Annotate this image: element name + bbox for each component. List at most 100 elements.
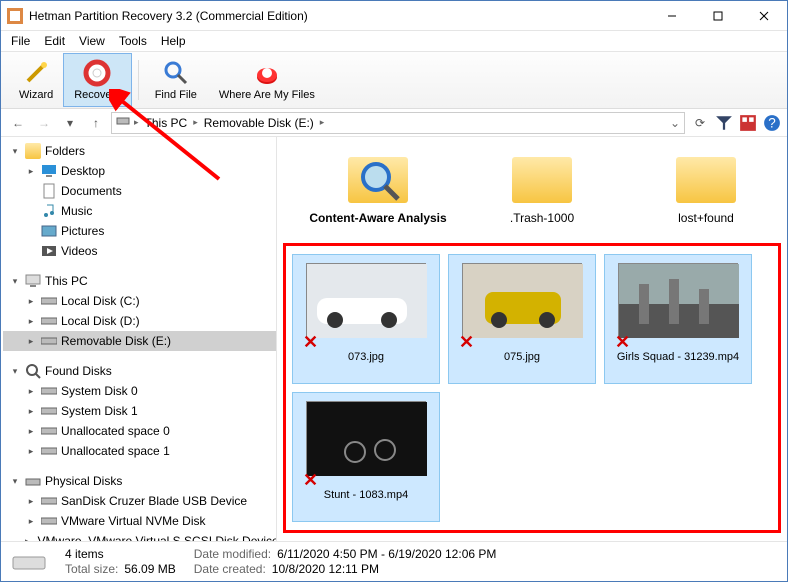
chevron-down-icon[interactable]: ▾ xyxy=(9,276,21,287)
found-icon xyxy=(25,363,41,379)
tree-group-folders[interactable]: ▾ Folders xyxy=(3,141,276,161)
folder-trash[interactable]: .Trash-1000 xyxy=(467,149,617,225)
whereare-button[interactable]: Where Are My Files xyxy=(207,53,327,107)
statusbar: 4 items Total size:56.09 MB Date modifie… xyxy=(1,541,787,581)
deleted-mark-icon: ✕ xyxy=(459,332,474,353)
tree-item-music[interactable]: Music xyxy=(3,201,276,221)
tree-item-localc[interactable]: ▸Local Disk (C:) xyxy=(3,291,276,311)
chevron-right-icon[interactable]: ▸ xyxy=(25,406,37,417)
chevron-right-icon[interactable]: ▸ xyxy=(25,386,37,397)
thumbnail xyxy=(462,263,582,337)
computer-icon xyxy=(25,273,41,289)
close-button[interactable] xyxy=(741,1,787,31)
sidebar: ▾ Folders ▸ Desktop Documents Music Pictu… xyxy=(1,137,277,541)
menu-edit[interactable]: Edit xyxy=(38,32,71,50)
folder-icon xyxy=(512,157,572,203)
content-area[interactable]: Content-Aware Analysis .Trash-1000 lost+… xyxy=(277,137,787,541)
tree-group-physical[interactable]: ▾ Physical Disks xyxy=(3,471,276,491)
tree-item-documents[interactable]: Documents xyxy=(3,181,276,201)
tree-item-desktop[interactable]: ▸ Desktop xyxy=(3,161,276,181)
tree-item-pictures[interactable]: Pictures xyxy=(3,221,276,241)
tree-item-label: Desktop xyxy=(61,164,105,178)
findfile-label: Find File xyxy=(155,89,197,101)
help-icon[interactable]: ? xyxy=(763,114,781,132)
refresh-button[interactable]: ⟳ xyxy=(689,112,711,134)
tree-item-sysdisk1[interactable]: ▸System Disk 1 xyxy=(3,401,276,421)
recovery-button[interactable]: Recovery xyxy=(63,53,131,107)
thumbnail xyxy=(306,263,426,337)
tree-item-videos[interactable]: Videos xyxy=(3,241,276,261)
folder-label: .Trash-1000 xyxy=(467,211,617,225)
status-totalsize-label: Total size: xyxy=(65,562,118,576)
chevron-down-icon[interactable]: ▾ xyxy=(9,476,21,487)
file-tile[interactable]: ✕ Stunt - 1083.mp4 xyxy=(292,392,440,522)
tree-item-sandisk[interactable]: ▸SanDisk Cruzer Blade USB Device xyxy=(3,491,276,511)
chevron-down-icon[interactable]: ▾ xyxy=(9,146,21,157)
tree-item-unalloc0[interactable]: ▸ Unallocated space 0 xyxy=(3,421,276,441)
disk-icon xyxy=(41,383,57,399)
file-tile[interactable]: ✕ 075.jpg xyxy=(448,254,596,384)
address-bar[interactable]: ▸ This PC ▸ Removable Disk (E:) ▸ ⌄ xyxy=(111,112,685,134)
wizard-button[interactable]: Wizard xyxy=(9,53,63,107)
tree-item-unalloc1[interactable]: ▸Unallocated space 1 xyxy=(3,441,276,461)
menu-view[interactable]: View xyxy=(73,32,111,50)
up-button[interactable]: ↑ xyxy=(85,112,107,134)
disk-icon xyxy=(41,513,57,529)
menu-tools[interactable]: Tools xyxy=(113,32,153,50)
disk-icon xyxy=(41,493,57,509)
tree-item-scsi[interactable]: ▸VMware, VMware Virtual S SCSI Disk Devi… xyxy=(3,531,276,541)
tree-item-label: Music xyxy=(61,204,92,218)
chevron-right-icon[interactable]: ▸ xyxy=(25,426,37,437)
tree-item-sysdisk0[interactable]: ▸System Disk 0 xyxy=(3,381,276,401)
menu-help[interactable]: Help xyxy=(155,32,192,50)
chevron-right-icon[interactable]: ▸ xyxy=(25,296,37,307)
tree-group-found[interactable]: ▾ Found Disks xyxy=(3,361,276,381)
file-tile[interactable]: ✕ 073.jpg xyxy=(292,254,440,384)
status-totalsize-value: 56.09 MB xyxy=(124,562,175,576)
status-items: 4 items xyxy=(65,547,104,561)
view-mode-icon[interactable] xyxy=(739,114,757,132)
disk-icon xyxy=(41,443,57,459)
folder-icon xyxy=(676,157,736,203)
forward-button[interactable]: → xyxy=(33,112,55,134)
disk-icon xyxy=(41,313,57,329)
folder-content-aware[interactable]: Content-Aware Analysis xyxy=(303,149,453,225)
toolbar-separator xyxy=(138,60,139,100)
back-button[interactable]: ← xyxy=(7,112,29,134)
chevron-right-icon[interactable]: ▸ xyxy=(25,446,37,457)
chevron-right-icon[interactable]: ▸ xyxy=(25,516,37,527)
deleted-mark-icon: ✕ xyxy=(615,332,630,353)
tree-item-nvme[interactable]: ▸VMware Virtual NVMe Disk xyxy=(3,511,276,531)
chevron-right-icon[interactable]: ▸ xyxy=(25,316,37,327)
chevron-down-icon[interactable]: ▾ xyxy=(9,366,21,377)
tree-label: Found Disks xyxy=(45,364,112,378)
tree-item-label: Unallocated space 0 xyxy=(61,424,170,438)
chevron-right-icon[interactable]: ▸ xyxy=(25,496,37,507)
drive-icon xyxy=(116,114,130,131)
address-segment[interactable]: Removable Disk (E:) xyxy=(202,116,316,130)
tree-item-locald[interactable]: ▸Local Disk (D:) xyxy=(3,311,276,331)
wand-icon xyxy=(22,59,50,87)
folder-label: Content-Aware Analysis xyxy=(303,211,453,225)
address-dropdown-button[interactable]: ⌄ xyxy=(670,116,680,130)
chevron-right-icon[interactable]: ▸ xyxy=(25,166,37,177)
chevron-right-icon[interactable]: ▸ xyxy=(25,336,37,347)
folder-lostfound[interactable]: lost+found xyxy=(631,149,781,225)
address-root[interactable]: This PC xyxy=(143,116,190,130)
chevron-right-icon: ▸ xyxy=(320,117,325,128)
file-label: 075.jpg xyxy=(504,351,540,363)
tree-item-label: Documents xyxy=(61,184,122,198)
thumbnail xyxy=(618,263,738,337)
disk-icon xyxy=(41,333,57,349)
file-tile[interactable]: ✕ Girls Squad - 31239.mp4 xyxy=(604,254,752,384)
desktop-icon xyxy=(41,163,57,179)
menu-file[interactable]: File xyxy=(5,32,36,50)
filter-icon[interactable] xyxy=(715,114,733,132)
tree-item-removable-e[interactable]: ▸Removable Disk (E:) xyxy=(3,331,276,351)
maximize-button[interactable] xyxy=(695,1,741,31)
tree-group-thispc[interactable]: ▾ This PC xyxy=(3,271,276,291)
findfile-button[interactable]: Find File xyxy=(145,53,207,107)
minimize-button[interactable] xyxy=(649,1,695,31)
dropdown-history-button[interactable]: ▾ xyxy=(59,112,81,134)
folder-row: Content-Aware Analysis .Trash-1000 lost+… xyxy=(283,149,781,225)
